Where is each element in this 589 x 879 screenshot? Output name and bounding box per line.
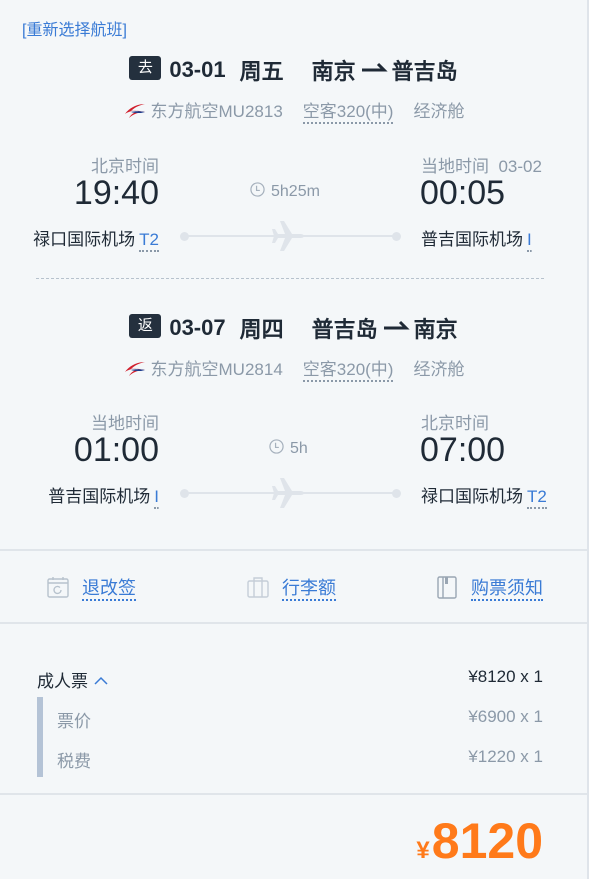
segment-divider [36,278,544,279]
outbound-dep-airport: 禄口国际机场 T2 [33,225,159,252]
outbound-weekday: 周五 [239,59,284,84]
section-divider [0,793,587,795]
reselect-flight-link[interactable]: [重新选择航班] [22,16,127,40]
route-arrow-icon [361,62,388,72]
china-eastern-logo-icon [124,103,145,118]
return-arr-time: 07:00 [420,431,506,469]
return-weekday: 周四 [239,317,284,342]
return-to-city: 南京 [413,317,458,342]
route-end-dot [392,489,401,498]
outbound-arr-terminal[interactable]: I [527,230,532,252]
outbound-header: 去 03-01 周五 南京 普吉岛 [0,54,587,86]
return-duration: 5h [269,439,308,458]
return-dep-time: 01:00 [73,431,159,469]
return-tag: 返 [129,314,162,338]
return-dep-airport: 普吉国际机场 I [48,482,159,509]
outbound-date: 03-01 [169,57,226,82]
chevron-up-icon [94,676,108,685]
outbound-duration: 5h25m [250,182,320,201]
tax-label: 税费 [57,752,91,771]
airplane-icon [272,478,304,508]
return-from-city: 普吉岛 [311,317,378,342]
currency-symbol: ¥ [416,837,430,864]
adult-fare-price: ¥8120 x 1 [468,667,543,686]
airport-name: 禄口国际机场 [33,230,136,249]
notebook-icon [437,576,457,599]
outbound-from-city: 南京 [311,59,356,84]
outbound-tag: 去 [129,56,162,80]
clock-icon [269,439,284,454]
action-label: 行李额 [282,578,336,601]
base-fare-label: 票价 [57,712,91,731]
outbound-aircraft[interactable]: 空客320(中) [302,102,394,124]
return-arr-airport: 禄口国际机场 T2 [421,482,547,509]
duration-text: 5h25m [271,183,320,200]
airport-name: 普吉国际机场 [48,487,151,506]
airport-name: 禄口国际机场 [421,487,523,506]
route-arrow-icon [383,320,410,330]
airport-name: 普吉国际机场 [421,230,523,249]
return-flight: 东方航空MU2814 [150,360,283,379]
total-amount: 8120 [431,813,543,869]
route-end-dot [392,232,401,241]
calendar-refresh-icon [47,577,69,598]
return-info: 东方航空MU2814 空客320(中) 经济舱 [0,355,587,382]
adult-fare-toggle[interactable]: 成人票 [37,667,108,692]
refund-change-button[interactable]: 退改签 [46,574,136,601]
tax-value: ¥1220 x 1 [468,747,543,766]
return-date: 03-07 [169,315,226,340]
outbound-cabin: 经济舱 [413,102,465,121]
return-arr-terminal[interactable]: T2 [527,487,547,509]
return-header: 返 03-07 周四 普吉岛 南京 [0,312,587,344]
return-aircraft[interactable]: 空客320(中) [302,360,394,382]
outbound-arr-time: 00:05 [420,174,506,212]
airplane-icon [272,221,304,251]
section-divider [0,549,587,551]
baggage-button[interactable]: 行李额 [246,574,336,601]
outbound-to-city: 普吉岛 [391,59,458,84]
booking-notice-button[interactable]: 购票须知 [435,574,543,601]
total-price: ¥8120 [416,812,543,870]
fare-detail-bar [37,697,43,777]
return-cabin: 经济舱 [413,360,465,379]
section-divider [0,622,587,624]
outbound-arr-airport: 普吉国际机场 I [421,225,532,252]
luggage-icon [247,577,269,598]
outbound-dep-time: 19:40 [73,174,159,212]
base-fare-value: ¥6900 x 1 [468,707,543,726]
outbound-info: 东方航空MU2813 空客320(中) 经济舱 [0,97,587,124]
action-label: 退改签 [82,578,136,601]
outbound-flight: 东方航空MU2813 [150,102,283,121]
return-dep-terminal[interactable]: I [154,487,159,509]
clock-icon [250,182,265,197]
duration-text: 5h [290,440,308,457]
outbound-dep-terminal[interactable]: T2 [139,230,159,252]
action-label: 购票须知 [471,578,543,601]
adult-fare-label: 成人票 [37,672,88,691]
china-eastern-logo-icon [124,361,145,376]
